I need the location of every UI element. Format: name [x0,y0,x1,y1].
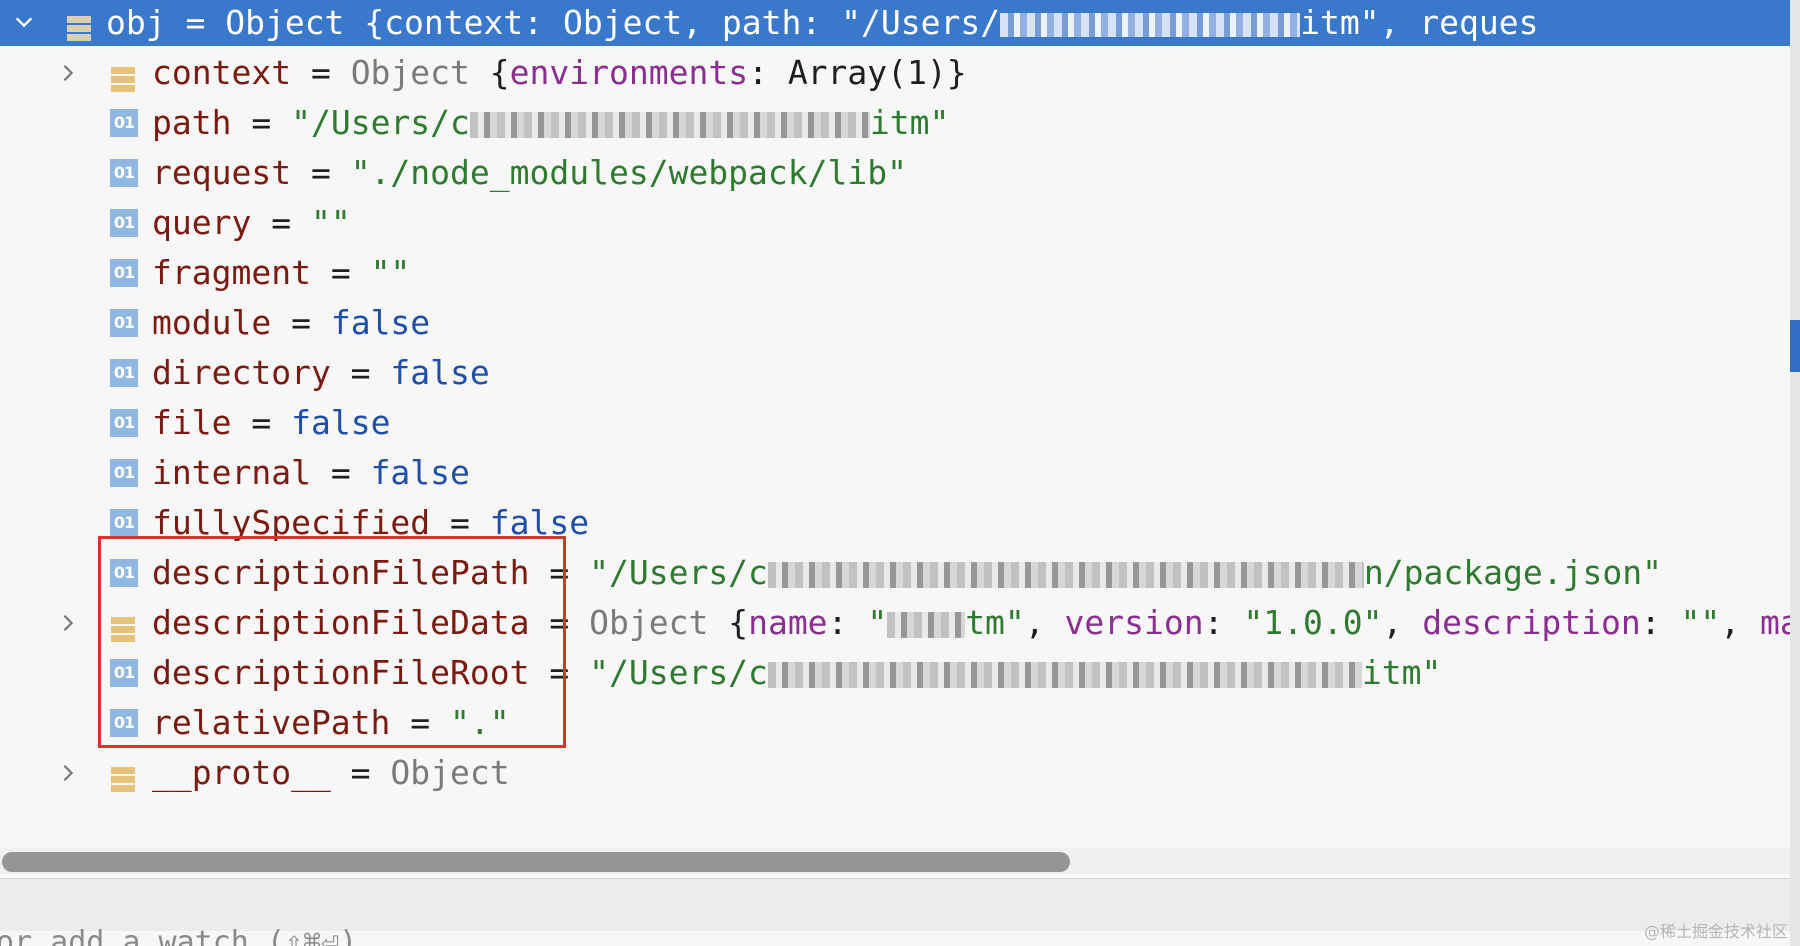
tree-row-relativePath[interactable]: 01 relativePath = "." [0,698,1790,748]
var-name: __proto__ [152,753,331,792]
var-name: module [152,303,272,342]
tree-row-context[interactable]: context = Object {environments: Array(1)… [0,48,1790,98]
chevron-down-icon[interactable] [14,12,34,32]
tree-row-query[interactable]: 01 query = "" [0,198,1790,248]
tree-row-descriptionFileData[interactable]: descriptionFileData = Object {name: " tm"… [0,598,1790,648]
debugger-variables-panel: obj = Object {context: Object, path: "/U… [0,0,1790,946]
tree-row-obj[interactable]: obj = Object {context: Object, path: "/U… [0,0,1790,46]
chevron-right-icon[interactable] [58,613,78,633]
var-value: false [390,353,490,392]
object-icon [66,8,92,41]
primitive-icon: 01 [110,109,138,137]
var-value: "" [310,203,351,242]
tree-row-module[interactable]: 01 module = false [0,298,1790,348]
tree-row-request[interactable]: 01 request = "./node_modules/webpack/lib… [0,148,1790,198]
object-icon [110,757,136,792]
var-name: fullySpecified [152,503,431,542]
tree-row-path[interactable]: 01 path = "/Users/c itm" [0,98,1790,148]
primitive-icon: 01 [110,159,138,187]
var-name: file [152,403,232,442]
primitive-icon: 01 [110,409,138,437]
tree-row-directory[interactable]: 01 directory = false [0,348,1790,398]
redacted-text [767,561,1364,588]
redacted-text [469,111,870,138]
object-icon [110,57,136,92]
watermark: @稀土掘金技术社区 [1643,922,1788,941]
var-name: fragment [152,253,311,292]
primitive-icon: 01 [110,359,138,387]
var-value: "." [450,703,510,742]
var-value: false [291,403,391,442]
tree-row-file[interactable]: 01 file = false [0,398,1790,448]
var-value: false [489,503,590,542]
add-watch-hint: or add a watch (⇧⌘⏎) [0,925,358,946]
var-name: request [152,153,292,192]
primitive-icon: 01 [110,259,138,287]
var-name: directory [152,353,331,392]
var-name: internal [152,453,311,492]
tree-row-descriptionFileRoot[interactable]: 01 descriptionFileRoot = "/Users/c itm" [0,648,1790,698]
redacted-text [1000,12,1301,37]
var-value: "" [370,253,411,292]
tree-row-internal[interactable]: 01 internal = false [0,448,1790,498]
var-value: false [370,453,470,492]
right-gutter [1790,0,1800,946]
var-name: descriptionFileRoot [152,653,530,692]
primitive-icon: 01 [110,709,138,737]
redacted-text [887,611,966,638]
var-name: path [152,103,232,142]
var-name: query [152,203,252,242]
primitive-icon: 01 [110,559,138,587]
primitive-icon: 01 [110,509,138,537]
var-name: context [152,53,292,92]
watch-input-area[interactable] [0,878,1790,931]
chevron-right-icon[interactable] [58,763,78,783]
chevron-right-icon[interactable] [58,63,78,83]
tree-row-fragment[interactable]: 01 fragment = "" [0,248,1790,298]
var-name: descriptionFilePath [152,553,530,592]
object-icon [110,607,136,642]
tree-row-descriptionFilePath[interactable]: 01 descriptionFilePath = "/Users/c n/pack… [0,548,1790,598]
primitive-icon: 01 [110,209,138,237]
redacted-text [767,661,1362,688]
var-value: "./node_modules/webpack/lib" [350,153,907,192]
var-name: relativePath [152,703,391,742]
primitive-icon: 01 [110,309,138,337]
obj-label: obj = Object {context: Object, path: "/U… [106,3,1539,42]
var-value: false [330,303,431,342]
primitive-icon: 01 [110,659,138,687]
gutter-marker [1790,320,1800,372]
var-name: descriptionFileData [152,603,530,642]
horizontal-scrollbar-thumb[interactable] [2,852,1070,872]
tree-row-fullySpecified[interactable]: 01 fullySpecified = false [0,498,1790,548]
primitive-icon: 01 [110,459,138,487]
tree-row-proto[interactable]: __proto__ = Object [0,748,1790,798]
